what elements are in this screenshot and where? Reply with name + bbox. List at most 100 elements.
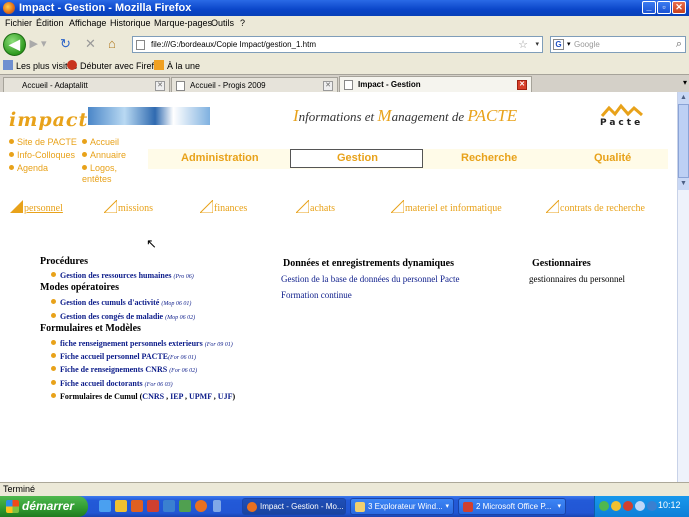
scroll-down-icon[interactable]: ▼ [678, 178, 689, 190]
tray-update-icon[interactable] [647, 501, 657, 511]
link-site-pacte[interactable]: Site de PACTE [9, 137, 77, 147]
bullet-icon [51, 380, 56, 385]
link-annuaire[interactable]: Annuaire [82, 150, 126, 160]
task-firefox[interactable]: Impact - Gestion - Mo... [242, 498, 346, 515]
tray-network-icon[interactable] [599, 501, 609, 511]
group-dropdown-icon: ▾ [557, 503, 561, 510]
start-button[interactable]: démarrer [0, 496, 88, 517]
nav-recherche[interactable]: Recherche [461, 152, 517, 164]
quicklaunch-excel-icon[interactable] [179, 500, 191, 512]
link-cumul-cnrs[interactable]: CNRS [142, 392, 164, 401]
triangle-icon [200, 200, 213, 213]
google-icon[interactable]: G [553, 39, 564, 50]
bookmark-most-visited[interactable]: Les plus visités [3, 60, 77, 71]
task-office[interactable]: 2 Microsoft Office P... ▾ [458, 498, 566, 515]
menu-help[interactable]: ? [240, 18, 245, 28]
link-logos[interactable]: Logos, [82, 163, 117, 173]
reload-icon[interactable]: ↻ [60, 37, 71, 51]
tab-close-icon[interactable]: ✕ [517, 80, 527, 90]
tray-volume-icon[interactable] [635, 501, 645, 511]
link-form-doctorants[interactable]: Fiche accueil doctorants (For 06 03) [51, 379, 173, 388]
link-mode-conges[interactable]: Gestion des congés de maladie (Mop 06 02… [51, 312, 195, 321]
gestionnaires-heading: Gestionnaires [532, 258, 591, 269]
quicklaunch-outlook-icon[interactable] [163, 500, 175, 512]
modes-heading: Modes opératoires [40, 282, 119, 293]
link-form-cnrs[interactable]: Fiche de renseignements CNRS (For 06 02) [51, 365, 197, 374]
windows-logo-icon [6, 500, 19, 513]
search-box[interactable]: G ▾ Google ⌕ [550, 36, 686, 53]
bookmark-star-icon[interactable]: ☆ [518, 38, 528, 51]
link-mode-cumuls[interactable]: Gestion des cumuls d'activité (Mop 06 01… [51, 298, 191, 307]
menu-affichage[interactable]: Affichage [69, 18, 106, 28]
maximize-button[interactable]: ▫ [657, 1, 671, 14]
subnav-achats[interactable]: achats [296, 200, 335, 214]
search-engine-dropdown-icon[interactable]: ▾ [567, 40, 571, 48]
tab-adaptalitt[interactable]: Accueil - Adaptalitt ✕ [3, 77, 170, 93]
stop-icon[interactable]: ✕ [85, 37, 96, 51]
scroll-up-icon[interactable]: ▲ [678, 92, 689, 104]
quicklaunch-desktop-icon[interactable] [99, 500, 111, 512]
quicklaunch-office-icon[interactable] [147, 500, 159, 512]
quicklaunch-ie-icon[interactable] [115, 500, 127, 512]
bullet-icon [51, 272, 56, 277]
impact-logo[interactable]: impact [9, 109, 88, 131]
back-button[interactable]: ◀ [3, 33, 26, 56]
page-icon [136, 40, 145, 50]
link-accueil[interactable]: Accueil [82, 137, 119, 147]
web-content: impact Informations et Management de PAC… [0, 92, 677, 482]
subnav-finances[interactable]: finances [200, 200, 247, 214]
tab-list-dropdown-icon[interactable]: ▾ [683, 78, 687, 87]
status-bar: Terminé [0, 482, 689, 496]
tray-antivirus-icon[interactable] [623, 501, 633, 511]
task-explorer[interactable]: 3 Explorateur Wind... ▾ [350, 498, 454, 515]
tray-security-icon[interactable] [611, 501, 621, 511]
bookmark-headlines[interactable]: À la une [154, 60, 200, 71]
menu-historique[interactable]: Historique [110, 18, 151, 28]
nav-qualite[interactable]: Qualité [594, 152, 631, 164]
quicklaunch-more-icon[interactable] [213, 500, 221, 512]
nav-administration[interactable]: Administration [181, 152, 259, 164]
menu-fichier[interactable]: Fichier [5, 18, 32, 28]
address-bar[interactable]: file:///G:/bordeaux/Copie Impact/gestion… [132, 36, 543, 53]
menu-outils[interactable]: Outils [211, 18, 234, 28]
subnav-personnel[interactable]: personnel [10, 200, 63, 214]
close-button[interactable]: ✕ [672, 1, 686, 14]
link-info-colloques[interactable]: Info-Colloques [9, 150, 75, 160]
subnav-missions[interactable]: missions [104, 200, 153, 214]
gestionnaires-text: gestionnaires du personnel [529, 274, 625, 284]
tab-close-icon[interactable]: ✕ [155, 81, 165, 91]
menu-marque-pages[interactable]: Marque-pages [154, 18, 212, 28]
url-dropdown-icon[interactable]: ▾ [535, 40, 539, 48]
url-text: file:///G:/bordeaux/Copie Impact/gestion… [151, 40, 316, 49]
banner-image [88, 107, 210, 125]
subnav-materiel[interactable]: materiel et informatique [391, 200, 502, 214]
search-icon[interactable]: ⌕ [676, 38, 682, 51]
tab-close-icon[interactable]: ✕ [323, 81, 333, 91]
scroll-thumb[interactable] [678, 104, 689, 178]
menu-edition[interactable]: Édition [36, 18, 64, 28]
link-formation-continue[interactable]: Formation continue [281, 290, 352, 300]
link-form-exterieurs[interactable]: fiche renseignement personnels exterieur… [51, 339, 233, 348]
quicklaunch-firefox-icon[interactable] [195, 500, 207, 512]
forward-button[interactable]: ▶ ▾ [26, 37, 50, 52]
link-personnel-database[interactable]: Gestion de la base de données du personn… [281, 274, 459, 284]
tab-progis[interactable]: Accueil - Progis 2009 ✕ [171, 77, 338, 93]
link-cumul-ujf[interactable]: UJF [218, 392, 233, 401]
link-cumul-upmf[interactable]: UPMF [189, 392, 212, 401]
tab-bar: Accueil - Adaptalitt ✕ Accueil - Progis … [0, 74, 689, 93]
cumul-forms-line: Formulaires de Cumul (CNRS , IEP , UPMF … [51, 392, 235, 401]
nav-gestion[interactable]: Gestion [337, 152, 378, 164]
bullet-icon [51, 340, 56, 345]
link-form-accueil-personnel[interactable]: Fiche accueil personnel PACTE(For 06 01) [51, 352, 196, 361]
quicklaunch-media-icon[interactable] [131, 500, 143, 512]
subnav-contrats[interactable]: contrats de recherche [546, 200, 645, 214]
tab-impact-gestion[interactable]: Impact - Gestion ✕ [339, 76, 532, 93]
vertical-scrollbar[interactable]: ▲ ▼ [677, 92, 689, 482]
link-entetes[interactable]: entêtes [82, 174, 112, 184]
bookmark-getting-started[interactable]: Débuter avec Firefox [67, 60, 164, 71]
link-cumul-iep[interactable]: IEP [170, 392, 183, 401]
home-icon[interactable]: ⌂ [108, 37, 116, 51]
link-procedure-rh[interactable]: Gestion des ressources humaines (Pro 06) [51, 271, 194, 280]
minimize-button[interactable]: _ [642, 1, 656, 14]
link-agenda[interactable]: Agenda [9, 163, 48, 173]
